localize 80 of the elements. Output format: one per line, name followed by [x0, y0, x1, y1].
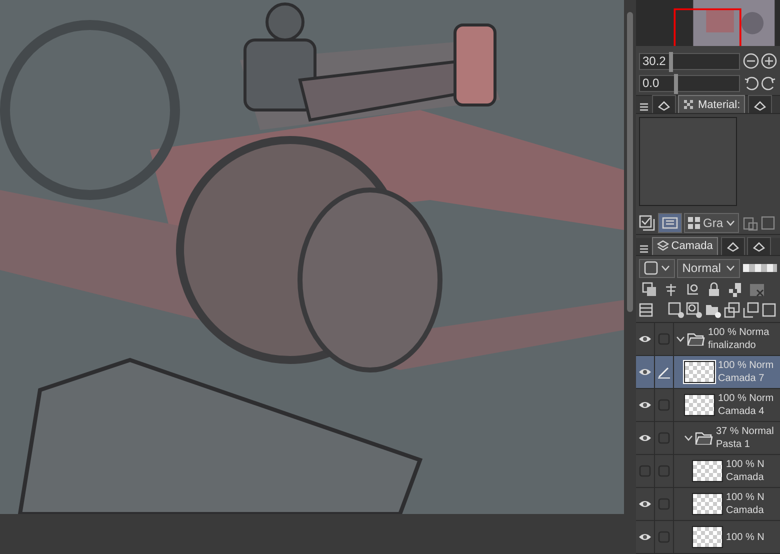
menu-icon[interactable] [638, 242, 649, 255]
caret-icon[interactable] [676, 336, 685, 342]
scrollbar-thumb[interactable] [627, 12, 633, 312]
layer-thumbnail [684, 361, 715, 383]
layer-info: 100 % Norm [718, 392, 774, 405]
layer-name: Camada 7 [718, 372, 766, 385]
layer-name: Camada [726, 504, 764, 517]
mask-icon[interactable] [749, 282, 765, 298]
lock-icon[interactable] [706, 282, 722, 298]
list-view-icon [662, 216, 678, 229]
rotate-right-icon[interactable] [761, 75, 778, 92]
layer-name: finalizando [708, 339, 757, 352]
eye-icon[interactable] [638, 367, 652, 377]
layer-thumbnail [692, 493, 723, 515]
layer-thumbnail [692, 460, 723, 482]
square-icon [644, 261, 658, 276]
folder-icon [695, 431, 713, 445]
checkbox-icon[interactable] [638, 214, 655, 231]
layer-info: 37 % Normal [716, 425, 774, 438]
layer-info: 100 % N [726, 530, 764, 544]
layer-list-icon[interactable] [638, 303, 653, 318]
clip-icon[interactable] [642, 282, 658, 298]
pattern-icon [683, 98, 696, 111]
new-raster-layer-icon[interactable] [668, 302, 684, 318]
tab-icon [656, 98, 670, 111]
slider-value: 30.2 [642, 53, 666, 70]
tab-icon [752, 240, 766, 252]
menu-icon[interactable] [638, 101, 649, 114]
panel-tab[interactable]: Material: [678, 95, 746, 114]
zoom-in-icon[interactable] [761, 53, 778, 70]
caret-icon[interactable] [684, 435, 693, 441]
blend-mode-dropdown[interactable]: Normal [677, 258, 740, 278]
new-vector-layer-icon[interactable] [686, 302, 702, 318]
view-button[interactable] [658, 212, 682, 233]
panel-tab[interactable] [652, 95, 676, 114]
layer-row[interactable]: 100 % N Camada [636, 488, 780, 521]
layer-row[interactable]: 100 % N [636, 521, 780, 554]
eye-icon[interactable] [638, 334, 652, 344]
slider-field[interactable]: 30.2 [638, 52, 740, 70]
caret-icon [726, 265, 736, 272]
zoom-out-icon[interactable] [742, 53, 758, 70]
layers-icon [656, 240, 668, 252]
grid-icon [688, 216, 700, 229]
color-dropdown[interactable] [638, 258, 674, 278]
layer-row[interactable]: 37 % Normal Pasta 1 [636, 422, 780, 455]
layer-info: 100 % Norm [718, 359, 774, 372]
panel-tab[interactable] [747, 236, 772, 255]
tab-icon [726, 240, 740, 252]
new-folder-icon[interactable] [705, 302, 721, 318]
eye-icon[interactable] [638, 400, 652, 410]
opacity-bar[interactable] [743, 264, 778, 272]
panel-tab[interactable] [748, 95, 772, 114]
caret-icon [726, 220, 735, 226]
panel-tab[interactable] [720, 236, 745, 255]
layer-name: Pasta 1 [716, 438, 751, 451]
layer-row[interactable]: 100 % Norm Camada 4 [636, 389, 780, 422]
layer-info: 100 % Norma [708, 326, 770, 339]
rotate-left-icon[interactable] [742, 75, 758, 92]
folder-icon [687, 332, 705, 346]
layer-info: 100 % N [726, 491, 764, 504]
layer-name: Camada [726, 471, 764, 484]
eye-icon[interactable] [638, 532, 652, 542]
layer-name: Camada 4 [718, 405, 766, 418]
slider-value: 0.0 [642, 75, 660, 92]
slider-field[interactable]: 0.0 [638, 74, 740, 92]
layer-thumbnail [692, 526, 723, 548]
layer-row[interactable]: 100 % Norm Camada 7 [636, 356, 780, 389]
eye-icon[interactable] [638, 499, 652, 509]
paste-icon [742, 214, 758, 231]
panel-tab[interactable]: Camada [652, 236, 718, 255]
caret-icon [660, 265, 670, 272]
layer-info: 100 % N [726, 458, 764, 471]
slider-thumb[interactable] [674, 74, 678, 94]
slider-thumb[interactable] [669, 52, 674, 72]
copy-down-icon[interactable] [724, 302, 740, 318]
eye-icon[interactable] [638, 433, 652, 443]
pen-icon[interactable] [657, 365, 671, 379]
tab-icon [752, 98, 767, 111]
layer-thumbnail [684, 394, 715, 416]
view-dropdown[interactable]: Gra [684, 212, 739, 233]
